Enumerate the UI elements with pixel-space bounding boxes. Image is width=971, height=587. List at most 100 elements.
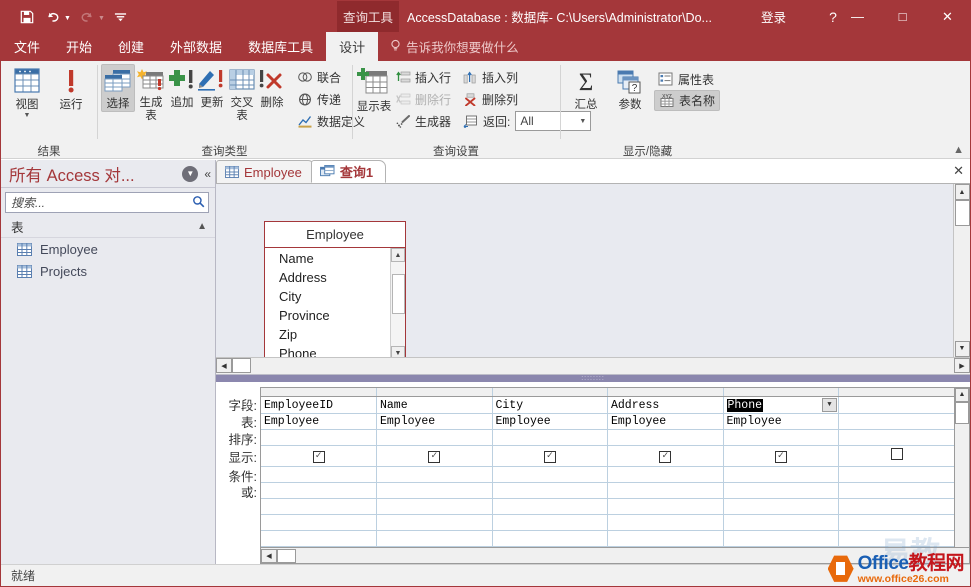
- or-cell[interactable]: [492, 482, 608, 499]
- update-query-button[interactable]: 更新: [197, 64, 227, 110]
- empty-cell[interactable]: [492, 514, 608, 531]
- column-selector[interactable]: [376, 387, 493, 397]
- insert-row-button[interactable]: 插入行: [392, 66, 455, 88]
- field-cell[interactable]: City: [492, 396, 608, 414]
- table-cell[interactable]: Employee: [607, 413, 724, 430]
- sidebar-item-projects[interactable]: Projects: [1, 260, 215, 282]
- empty-cell[interactable]: [838, 514, 954, 531]
- customize-qat-icon[interactable]: [109, 6, 133, 28]
- scrollbar-thumb[interactable]: [954, 200, 970, 226]
- scroll-up-icon[interactable]: ▲: [954, 184, 970, 200]
- double-chevron-left-icon[interactable]: «: [204, 167, 211, 181]
- show-cell[interactable]: ✓: [261, 445, 377, 467]
- ribbon-tab-external-data[interactable]: 外部数据: [157, 32, 235, 61]
- scroll-right-icon[interactable]: ▶: [954, 358, 970, 373]
- scroll-left-icon[interactable]: ◀: [261, 548, 277, 563]
- ribbon-tab-create[interactable]: 创建: [105, 32, 157, 61]
- make-table-query-button[interactable]: 生成表: [135, 64, 167, 123]
- or-cell[interactable]: [838, 482, 954, 499]
- column-selector[interactable]: [607, 387, 724, 397]
- redo-dropdown-caret-icon[interactable]: ▼: [98, 11, 105, 22]
- criteria-cell[interactable]: [607, 466, 724, 483]
- field-list-item[interactable]: Name: [279, 249, 390, 268]
- field-list-item[interactable]: City: [279, 287, 390, 306]
- table-cell[interactable]: Employee: [376, 413, 493, 430]
- criteria-cell[interactable]: [492, 466, 608, 483]
- table-cell[interactable]: Employee: [492, 413, 608, 430]
- run-button[interactable]: 运行: [49, 64, 93, 112]
- parameters-button[interactable]: ? 参数: [608, 64, 652, 112]
- undo-icon[interactable]: [41, 6, 65, 28]
- search-icon[interactable]: [192, 195, 205, 211]
- criteria-cell[interactable]: [723, 466, 839, 483]
- double-chevron-up-icon[interactable]: ▲: [197, 221, 207, 232]
- table-names-button[interactable]: XYZ 表名称: [654, 90, 721, 111]
- sort-cell[interactable]: [607, 429, 724, 446]
- table-cell[interactable]: Employee: [723, 413, 839, 430]
- diagram-pane-vertical-scrollbar[interactable]: ▲ ▼: [953, 184, 970, 357]
- empty-cell[interactable]: [607, 530, 724, 547]
- sort-cell[interactable]: [723, 429, 839, 446]
- empty-cell[interactable]: [607, 498, 724, 515]
- empty-cell[interactable]: [723, 514, 839, 531]
- redo-icon[interactable]: [75, 6, 99, 28]
- append-query-button[interactable]: 追加: [167, 64, 197, 110]
- view-button[interactable]: 视图 ▼: [5, 64, 49, 119]
- criteria-cell[interactable]: [838, 466, 954, 483]
- empty-cell[interactable]: [838, 530, 954, 547]
- close-icon[interactable]: ✕: [953, 163, 964, 179]
- empty-cell[interactable]: [261, 530, 377, 547]
- show-checkbox[interactable]: [890, 448, 903, 460]
- column-selector[interactable]: [723, 387, 839, 397]
- scroll-up-icon[interactable]: ▲: [391, 248, 405, 262]
- field-list-employee[interactable]: Employee Name Address City Province Zip …: [264, 221, 406, 361]
- sort-cell[interactable]: [838, 429, 954, 446]
- navigation-group-tables[interactable]: 表 ▲: [1, 216, 215, 238]
- show-checkbox[interactable]: ✓: [428, 451, 441, 463]
- empty-cell[interactable]: [492, 530, 608, 547]
- diagram-pane-horizontal-scrollbar[interactable]: ◀ ▶: [216, 356, 970, 374]
- field-cell[interactable]: EmployeeID: [261, 396, 377, 414]
- column-selector[interactable]: [838, 387, 954, 397]
- empty-cell[interactable]: [492, 498, 608, 515]
- scrollbar-thumb[interactable]: [955, 401, 969, 424]
- or-cell[interactable]: [261, 482, 377, 499]
- show-checkbox[interactable]: ✓: [312, 451, 325, 463]
- table-cell[interactable]: Employee: [261, 413, 377, 430]
- empty-cell[interactable]: [723, 530, 839, 547]
- field-list-scrollbar[interactable]: ▲ ▼: [390, 248, 405, 360]
- empty-cell[interactable]: [261, 514, 377, 531]
- scroll-up-icon[interactable]: ▲: [955, 387, 969, 402]
- grid-column-selector-row[interactable]: [261, 387, 954, 397]
- document-tab-query1[interactable]: 查询1: [310, 160, 387, 183]
- criteria-cell[interactable]: [261, 466, 377, 483]
- property-sheet-button[interactable]: 属性表: [654, 68, 720, 90]
- scrollbar-thumb[interactable]: [232, 358, 251, 373]
- or-cell[interactable]: [607, 482, 724, 499]
- navigation-search-box[interactable]: [5, 192, 209, 213]
- totals-button[interactable]: Σ 汇总: [564, 64, 608, 112]
- delete-row-button[interactable]: 删除行: [392, 88, 455, 110]
- scrollbar-thumb[interactable]: [391, 274, 405, 314]
- field-cell[interactable]: [838, 396, 954, 414]
- delete-query-button[interactable]: 删除: [257, 64, 287, 110]
- scroll-left-icon[interactable]: ◀: [216, 358, 232, 373]
- empty-cell[interactable]: [838, 498, 954, 515]
- ribbon-tab-home[interactable]: 开始: [53, 32, 105, 61]
- scrollbar-thumb[interactable]: [277, 548, 296, 563]
- empty-cell[interactable]: [376, 514, 493, 531]
- crosstab-query-button[interactable]: 交叉表: [227, 64, 257, 123]
- empty-cell[interactable]: [607, 514, 724, 531]
- chevron-down-icon[interactable]: ▼: [182, 165, 199, 182]
- criteria-cell[interactable]: [376, 466, 493, 483]
- show-cell[interactable]: ✓: [607, 445, 724, 467]
- sign-in-button[interactable]: 登录: [761, 1, 786, 32]
- empty-cell[interactable]: [376, 498, 493, 515]
- tell-me-box[interactable]: 告诉我你想要做什么: [378, 32, 519, 61]
- ribbon-tab-file[interactable]: 文件: [1, 32, 53, 61]
- ribbon-tab-design[interactable]: 设计: [326, 32, 379, 61]
- view-dropdown-caret-icon[interactable]: ▼: [24, 112, 31, 119]
- undo-dropdown-caret-icon[interactable]: ▼: [64, 11, 71, 22]
- show-checkbox[interactable]: ✓: [659, 451, 672, 463]
- grid-vertical-scrollbar[interactable]: ▲: [954, 387, 969, 547]
